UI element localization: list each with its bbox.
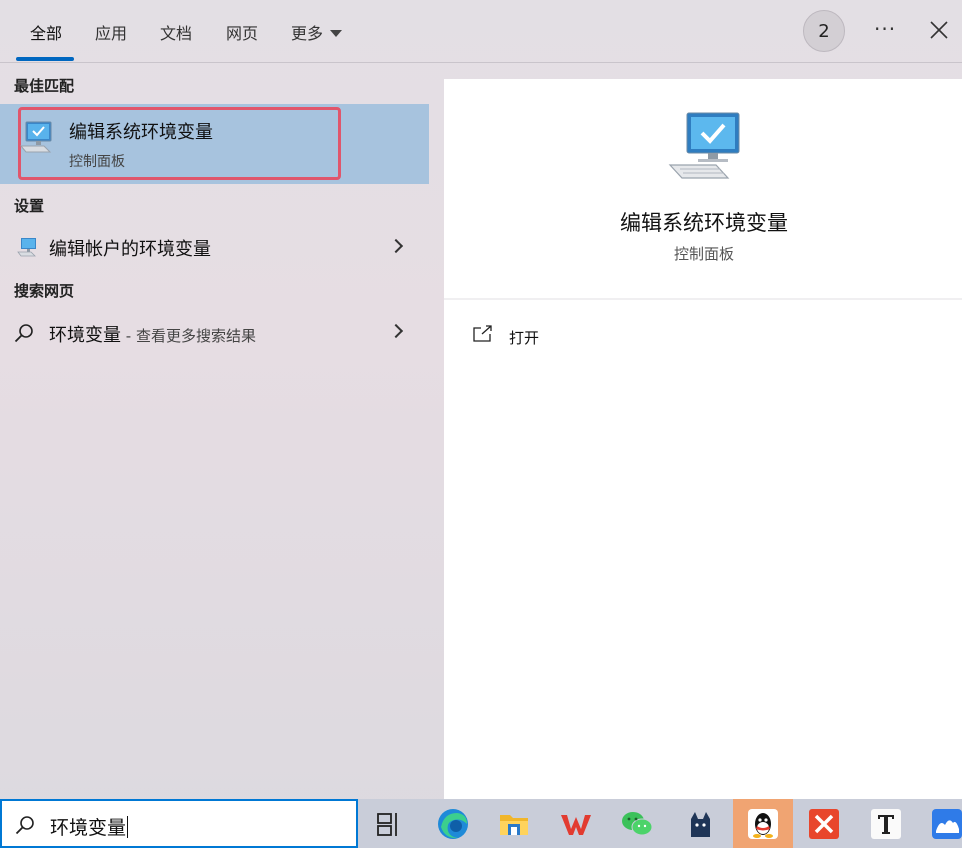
chevron-right-icon[interactable] — [388, 323, 404, 339]
lark-icon[interactable] — [930, 807, 962, 841]
edge-icon[interactable] — [436, 807, 470, 841]
xmind-icon[interactable] — [807, 807, 841, 841]
qq-icon[interactable] — [746, 807, 780, 841]
wps-icon[interactable] — [559, 807, 593, 841]
typora-icon[interactable] — [869, 807, 903, 841]
best-match-heading: 最佳匹配 — [14, 77, 75, 95]
text-caret — [127, 816, 129, 838]
file-explorer-icon[interactable] — [497, 807, 531, 841]
computer-settings-icon — [19, 121, 52, 153]
tab-documents[interactable]: 文档 — [160, 20, 192, 44]
detail-title: 编辑系统环境变量 — [620, 211, 788, 235]
best-match-subtitle: 控制面板 — [69, 154, 125, 170]
chevron-down-icon — [330, 30, 343, 37]
search-icon — [14, 324, 33, 343]
tab-all[interactable]: 全部 — [30, 20, 62, 44]
web-search-query: 环境变量 — [49, 325, 121, 346]
search-input-value: 环境变量 — [50, 813, 129, 840]
open-button[interactable]: 打开 — [509, 327, 539, 348]
web-search-item[interactable]: 环境变量 - 查看更多搜索结果 — [49, 321, 256, 347]
tab-web[interactable]: 网页 — [226, 20, 258, 44]
tab-apps[interactable]: 应用 — [95, 20, 127, 44]
search-icon — [15, 816, 34, 835]
open-icon[interactable] — [473, 325, 493, 343]
web-search-heading: 搜索网页 — [14, 282, 75, 300]
tab-more-label: 更多 — [291, 24, 324, 43]
web-search-more: - 查看更多搜索结果 — [121, 327, 256, 345]
computer-settings-icon — [17, 238, 36, 257]
settings-heading: 设置 — [14, 197, 45, 215]
best-match-title: 编辑系统环境变量 — [69, 122, 213, 143]
settings-item-account-env[interactable]: 编辑帐户的环境变量 — [49, 235, 211, 261]
close-icon[interactable] — [928, 19, 950, 41]
detail-subtitle: 控制面板 — [673, 245, 734, 263]
detail-divider — [444, 298, 962, 300]
chevron-right-icon[interactable] — [388, 238, 404, 254]
task-view-icon[interactable] — [372, 807, 406, 841]
search-input[interactable]: 环境变量 — [0, 799, 358, 848]
cat-app-icon[interactable] — [683, 807, 717, 841]
rewards-badge[interactable]: 2 — [803, 10, 845, 52]
more-options-button[interactable]: ··· — [874, 17, 896, 41]
wechat-icon[interactable] — [620, 807, 654, 841]
tab-more[interactable]: 更多 — [291, 20, 343, 44]
active-tab-indicator — [16, 57, 74, 61]
search-query-text: 环境变量 — [50, 817, 127, 839]
detail-panel — [444, 79, 962, 799]
computer-settings-icon — [668, 112, 740, 179]
